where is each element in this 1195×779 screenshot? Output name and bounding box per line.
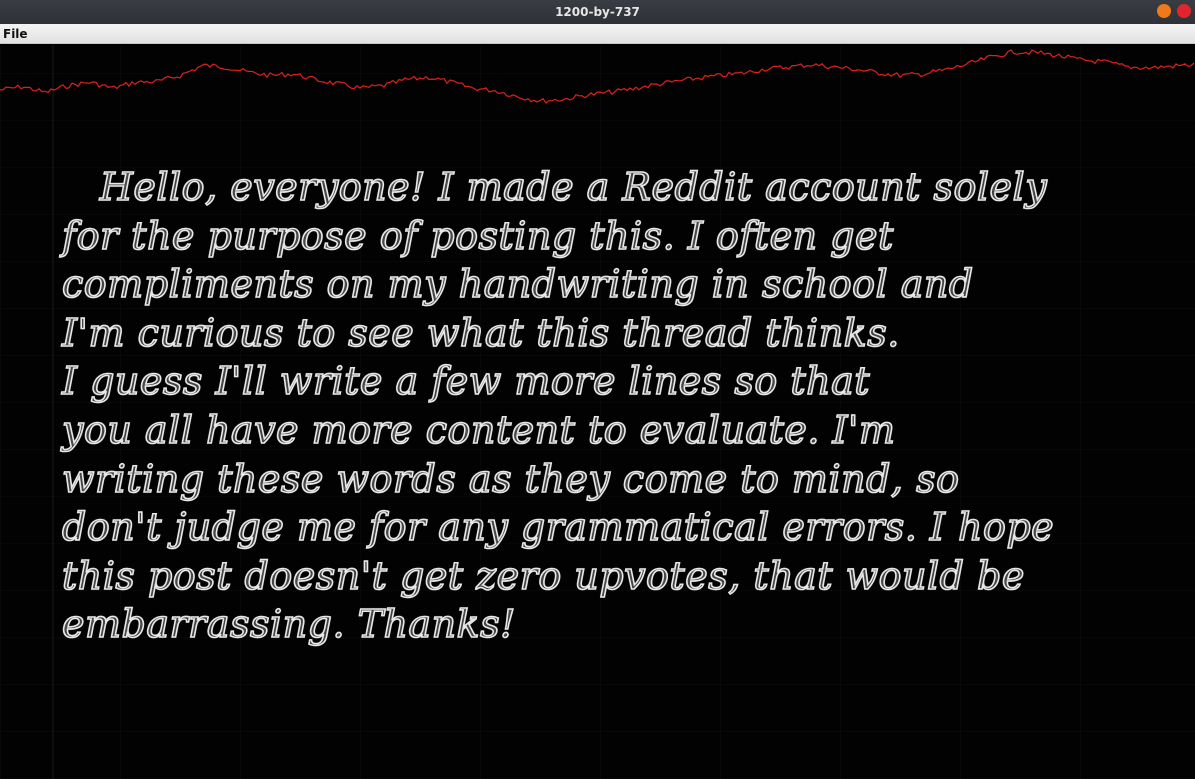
- handwriting-line: embarrassing. Thanks!: [61, 602, 516, 648]
- handwriting-line: Hello, everyone! I made a Reddit account…: [62, 164, 1048, 210]
- handwriting-line: don't judge me for any grammatical error…: [61, 504, 1055, 550]
- handwriting-line: this post doesn't get zero upvotes, that…: [61, 553, 1025, 599]
- red-signal-trace: [0, 49, 1195, 104]
- window-title: 1200-by-737: [555, 5, 640, 19]
- title-bar[interactable]: 1200-by-737: [0, 0, 1195, 24]
- handwriting-line: I guess I'll write a few more lines so t…: [61, 359, 870, 405]
- window-controls: [1157, 4, 1191, 18]
- drawing-canvas[interactable]: Hello, everyone! I made a Reddit account…: [0, 45, 1195, 779]
- menu-file[interactable]: File: [0, 24, 31, 44]
- handwriting-line: for the purpose of posting this. I often…: [61, 213, 894, 259]
- menu-bar: File: [0, 24, 1195, 44]
- handwriting-line: compliments on my handwriting in school …: [61, 261, 974, 307]
- minimize-button[interactable]: [1157, 4, 1171, 18]
- app-window: 1200-by-737 File Hello, everyone! I made…: [0, 0, 1195, 779]
- handwritten-text: Hello, everyone! I made a Reddit account…: [61, 163, 1137, 649]
- close-button[interactable]: [1177, 4, 1191, 18]
- handwriting-line: writing these words as they come to mind…: [61, 456, 960, 502]
- handwriting-line: I'm curious to see what this thread thin…: [61, 310, 900, 356]
- handwriting-line: you all have more content to evaluate. I…: [61, 407, 896, 453]
